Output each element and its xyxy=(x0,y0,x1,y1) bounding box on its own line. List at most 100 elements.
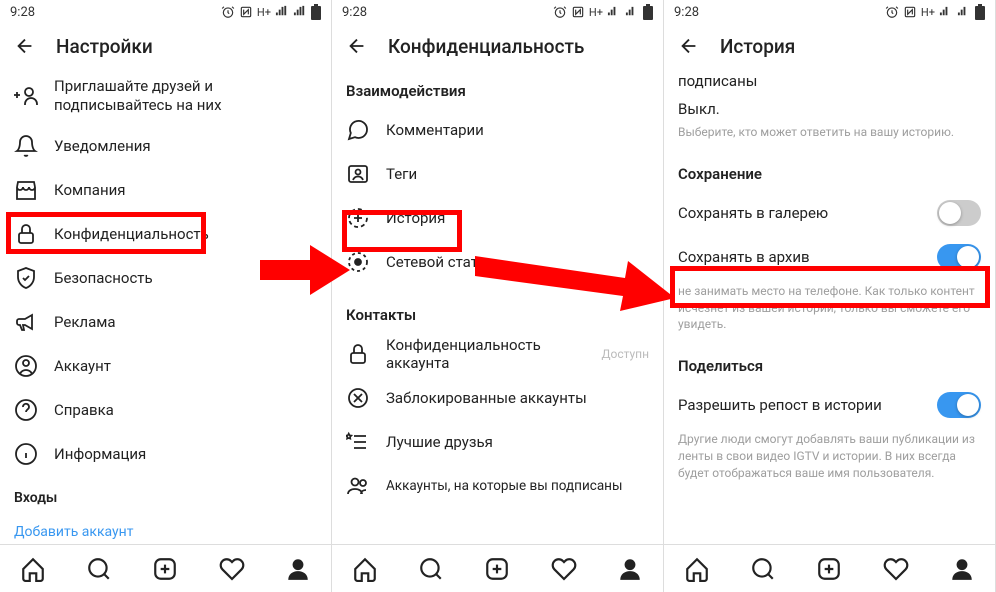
home-icon[interactable] xyxy=(20,556,46,582)
battery-icon xyxy=(311,4,321,20)
signal-icon-2 xyxy=(625,5,639,19)
people-icon xyxy=(346,474,370,498)
alarm-icon xyxy=(221,5,235,19)
row-save-gallery[interactable]: Сохранять в галерею xyxy=(664,191,995,235)
row-about[interactable]: Информация xyxy=(0,432,331,476)
header: Конфиденциальность xyxy=(332,24,663,68)
battery-icon xyxy=(643,4,653,20)
page-title: Конфиденциальность xyxy=(388,35,584,58)
settings-list: Приглашайте друзей и подписывайтесь на н… xyxy=(0,68,331,544)
activity-icon xyxy=(346,250,370,274)
section-save: Сохранение xyxy=(664,151,995,191)
row-privacy[interactable]: Конфиденциальность xyxy=(0,212,331,256)
back-icon[interactable] xyxy=(14,35,36,57)
archive-hint: не занимать место на телефоне. Как тольк… xyxy=(664,279,995,343)
row-account-privacy[interactable]: Конфиденциальность аккаунта Доступн xyxy=(332,332,663,376)
network-type: H+ xyxy=(921,6,935,19)
row-help[interactable]: Справка xyxy=(0,388,331,432)
label: Безопасность xyxy=(54,269,153,287)
add-post-icon[interactable] xyxy=(484,556,510,582)
row-business[interactable]: Компания xyxy=(0,168,331,212)
signal-icon xyxy=(607,5,621,19)
row-security[interactable]: Безопасность xyxy=(0,256,331,300)
row-save-archive[interactable]: Сохранять в архив xyxy=(664,235,995,279)
status-time: 9:28 xyxy=(674,5,699,20)
nfc-icon xyxy=(239,5,253,19)
back-icon[interactable] xyxy=(346,35,368,57)
label: Реклама xyxy=(54,313,116,331)
label: Сохранять в галерею xyxy=(678,204,828,222)
status-icons: H+ xyxy=(885,4,985,20)
profile-icon[interactable] xyxy=(949,556,975,582)
row-notifications[interactable]: Уведомления xyxy=(0,124,331,168)
bottom-nav xyxy=(664,544,995,592)
label: Сохранять в архив xyxy=(678,248,810,266)
row-activity-status[interactable]: Сетевой статус xyxy=(332,240,663,284)
profile-icon[interactable] xyxy=(285,556,311,582)
status-icons: H+ xyxy=(221,4,321,20)
screen-privacy: 9:28 H+ Конфиденциальность Взаимодействи… xyxy=(332,0,664,592)
label: Конфиденциальность аккаунта xyxy=(386,336,585,372)
comment-icon xyxy=(346,118,370,142)
row-blocked[interactable]: Заблокированные аккаунты xyxy=(332,376,663,420)
heart-icon[interactable] xyxy=(219,556,245,582)
label: Конфиденциальность xyxy=(54,225,209,243)
help-icon xyxy=(14,398,38,422)
row-invite-friends[interactable]: Приглашайте друзей и подписывайтесь на н… xyxy=(0,68,331,124)
row-close-friends[interactable]: Лучшие друзья xyxy=(332,420,663,464)
tag-person-icon xyxy=(346,162,370,186)
row-following[interactable]: Аккаунты, на которые вы подписаны xyxy=(332,464,663,508)
profile-icon[interactable] xyxy=(617,556,643,582)
row-account[interactable]: Аккаунт xyxy=(0,344,331,388)
store-icon xyxy=(14,178,38,202)
label: Информация xyxy=(54,445,146,463)
alarm-icon xyxy=(553,5,567,19)
heart-icon[interactable] xyxy=(883,556,909,582)
back-icon[interactable] xyxy=(678,35,700,57)
search-icon[interactable] xyxy=(418,556,444,582)
reply-hint: Выберите, кто может ответить на вашу ист… xyxy=(664,120,995,151)
heart-icon[interactable] xyxy=(551,556,577,582)
lock-icon xyxy=(346,342,370,366)
section-share: Поделиться xyxy=(664,343,995,383)
toggle-save-archive[interactable] xyxy=(937,244,981,270)
add-post-icon[interactable] xyxy=(816,556,842,582)
privacy-list: Взаимодействия Комментарии Теги История … xyxy=(332,68,663,544)
home-icon[interactable] xyxy=(684,556,710,582)
row-tags[interactable]: Теги xyxy=(332,152,663,196)
add-post-icon[interactable] xyxy=(152,556,178,582)
label: Аккаунты, на которые вы подписаны xyxy=(386,478,622,494)
toggle-save-gallery[interactable] xyxy=(937,200,981,226)
subscribed-text: подписаны xyxy=(664,68,995,92)
signal-icon xyxy=(939,5,953,19)
label: Заблокированные аккаунты xyxy=(386,389,587,407)
page-title: Настройки xyxy=(56,35,153,58)
toggle-allow-reshare[interactable] xyxy=(937,392,981,418)
row-allow-reshare[interactable]: Разрешить репост в истории xyxy=(664,383,995,427)
label: История xyxy=(386,209,445,227)
signal-icon-2 xyxy=(293,5,307,19)
row-story[interactable]: История xyxy=(332,196,663,240)
network-type: H+ xyxy=(589,6,603,19)
add-person-icon xyxy=(14,84,38,108)
label: Сетевой статус xyxy=(386,253,493,271)
search-icon[interactable] xyxy=(750,556,776,582)
person-icon xyxy=(14,354,38,378)
network-type: H+ xyxy=(257,6,271,19)
label: Уведомления xyxy=(54,137,151,155)
row-comments[interactable]: Комментарии xyxy=(332,108,663,152)
home-icon[interactable] xyxy=(352,556,378,582)
megaphone-icon xyxy=(14,310,38,334)
story-settings: подписаны Выкл. Выберите, кто может отве… xyxy=(664,68,995,544)
add-account-link[interactable]: Добавить аккаунт xyxy=(0,514,331,544)
label: Компания xyxy=(54,181,125,199)
search-icon[interactable] xyxy=(86,556,112,582)
header: Настройки xyxy=(0,24,331,68)
info-icon xyxy=(14,442,38,466)
row-ads[interactable]: Реклама xyxy=(0,300,331,344)
nfc-icon xyxy=(903,5,917,19)
status-icons: H+ xyxy=(553,4,653,20)
bottom-nav xyxy=(332,544,663,592)
nfc-icon xyxy=(571,5,585,19)
label: Комментарии xyxy=(386,121,484,139)
